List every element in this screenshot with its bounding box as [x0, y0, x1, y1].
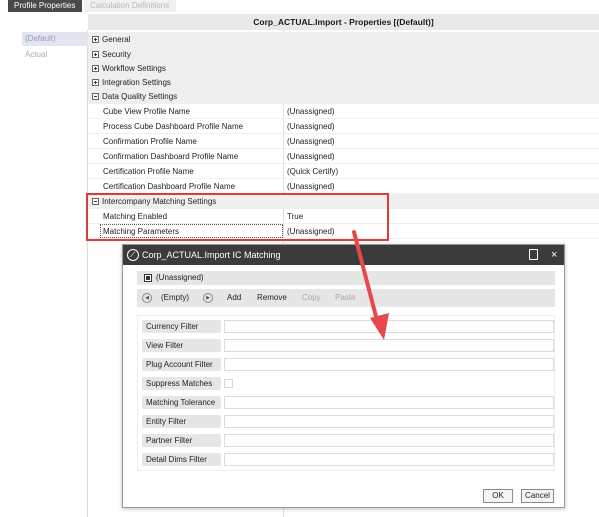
- category-data-quality[interactable]: Data Quality Settings: [88, 89, 599, 104]
- property-row[interactable]: Confirmation Profile Name (Unassigned): [88, 134, 599, 149]
- field-row: Detail Dims Filter: [138, 452, 554, 468]
- field-label: Matching Tolerance: [142, 396, 221, 409]
- field-label: Entity Filter: [142, 415, 221, 428]
- property-value[interactable]: (Quick Certify): [287, 164, 338, 179]
- property-row[interactable]: Process Cube Dashboard Profile Name (Una…: [88, 119, 599, 134]
- field-row: View Filter: [138, 338, 554, 354]
- field-row: Currency Filter: [138, 319, 554, 335]
- currency-filter-input[interactable]: [224, 320, 554, 333]
- expand-icon[interactable]: [92, 36, 99, 43]
- profile-list: (Default) Actual: [22, 30, 88, 517]
- suppress-matches-checkbox[interactable]: [224, 379, 233, 388]
- field-row: Entity Filter: [138, 414, 554, 430]
- property-value[interactable]: (Unassigned): [287, 119, 335, 134]
- previous-icon[interactable]: ◀: [142, 293, 152, 303]
- remove-button[interactable]: Remove: [257, 289, 287, 307]
- property-value[interactable]: (Unassigned): [287, 104, 335, 119]
- partner-filter-input[interactable]: [224, 434, 554, 447]
- collapse-icon[interactable]: [92, 93, 99, 100]
- plug-account-filter-input[interactable]: [224, 358, 554, 371]
- dialog-title: Corp_ACTUAL.Import IC Matching: [142, 250, 281, 260]
- tab-strip: Profile Properties Calculation Definitio…: [0, 0, 599, 12]
- property-name: Process Cube Dashboard Profile Name: [103, 122, 244, 131]
- current-item-label: (Empty): [161, 293, 189, 302]
- category-label: Data Quality Settings: [102, 92, 178, 101]
- property-value[interactable]: (Unassigned): [287, 179, 335, 194]
- field-label: Suppress Matches: [142, 377, 221, 390]
- tab-profile-properties[interactable]: Profile Properties: [8, 0, 82, 12]
- field-row: Partner Filter: [138, 433, 554, 449]
- properties-title: Corp_ACTUAL.Import - Properties [(Defaul…: [88, 14, 599, 30]
- field-row: Suppress Matches: [138, 376, 554, 392]
- list-item-actual[interactable]: Actual: [22, 48, 88, 62]
- property-row[interactable]: Certification Dashboard Profile Name (Un…: [88, 179, 599, 194]
- property-name: Certification Profile Name: [103, 167, 194, 176]
- category-security[interactable]: Security: [88, 47, 599, 62]
- property-name: Confirmation Dashboard Profile Name: [103, 152, 239, 161]
- dialog-header[interactable]: ∕ Corp_ACTUAL.Import IC Matching ×: [123, 245, 564, 265]
- field-label: Currency Filter: [142, 320, 221, 333]
- field-label: Partner Filter: [142, 434, 221, 447]
- copy-button[interactable]: Copy: [302, 289, 321, 307]
- category-label: General: [102, 35, 131, 44]
- list-item-default[interactable]: (Default): [22, 32, 88, 46]
- category-integration[interactable]: Integration Settings: [88, 75, 599, 90]
- tab-calculation-definitions[interactable]: Calculation Definitions: [84, 0, 176, 12]
- property-name: Confirmation Profile Name: [103, 137, 197, 146]
- ic-matching-dialog: ∕ Corp_ACTUAL.Import IC Matching × (Unas…: [122, 244, 565, 508]
- category-general[interactable]: General: [88, 32, 599, 47]
- unassigned-checkbox[interactable]: [144, 274, 152, 282]
- property-row[interactable]: Certification Profile Name (Quick Certif…: [88, 164, 599, 179]
- dialog-toolbar: ◀ (Empty) ▶ Add Remove Copy Paste: [137, 289, 555, 307]
- field-label: Detail Dims Filter: [142, 453, 221, 466]
- field-label: Plug Account Filter: [142, 358, 221, 371]
- field-row: Plug Account Filter: [138, 357, 554, 373]
- expand-icon[interactable]: [92, 79, 99, 86]
- property-row[interactable]: Confirmation Dashboard Profile Name (Una…: [88, 149, 599, 164]
- close-icon[interactable]: ×: [551, 245, 557, 265]
- ok-button[interactable]: OK: [483, 489, 513, 503]
- app-logo-icon: ∕: [127, 249, 139, 261]
- matching-fields: Currency Filter View Filter Plug Account…: [137, 315, 555, 471]
- add-button[interactable]: Add: [227, 289, 241, 307]
- unassigned-label: (Unassigned): [156, 273, 204, 282]
- focus-outline: [100, 224, 283, 238]
- expand-icon[interactable]: [92, 65, 99, 72]
- property-row[interactable]: Cube View Profile Name (Unassigned): [88, 104, 599, 119]
- property-value[interactable]: (Unassigned): [287, 149, 335, 164]
- field-label: View Filter: [142, 339, 221, 352]
- next-icon[interactable]: ▶: [203, 293, 213, 303]
- property-value[interactable]: (Unassigned): [287, 134, 335, 149]
- category-label: Security: [102, 50, 131, 59]
- entity-filter-input[interactable]: [224, 415, 554, 428]
- unassigned-bar[interactable]: (Unassigned): [137, 271, 555, 285]
- matching-tolerance-input[interactable]: [224, 396, 554, 409]
- property-name: Certification Dashboard Profile Name: [103, 182, 236, 191]
- field-row: Matching Tolerance: [138, 395, 554, 411]
- property-name: Cube View Profile Name: [103, 107, 191, 116]
- category-label: Integration Settings: [102, 78, 171, 87]
- paste-button[interactable]: Paste: [335, 289, 355, 307]
- category-workflow[interactable]: Workflow Settings: [88, 61, 599, 76]
- cancel-button[interactable]: Cancel: [521, 489, 554, 503]
- expand-icon[interactable]: [92, 51, 99, 58]
- category-label: Workflow Settings: [102, 64, 166, 73]
- detail-dims-filter-input[interactable]: [224, 453, 554, 466]
- view-filter-input[interactable]: [224, 339, 554, 352]
- clipboard-icon[interactable]: [529, 249, 538, 260]
